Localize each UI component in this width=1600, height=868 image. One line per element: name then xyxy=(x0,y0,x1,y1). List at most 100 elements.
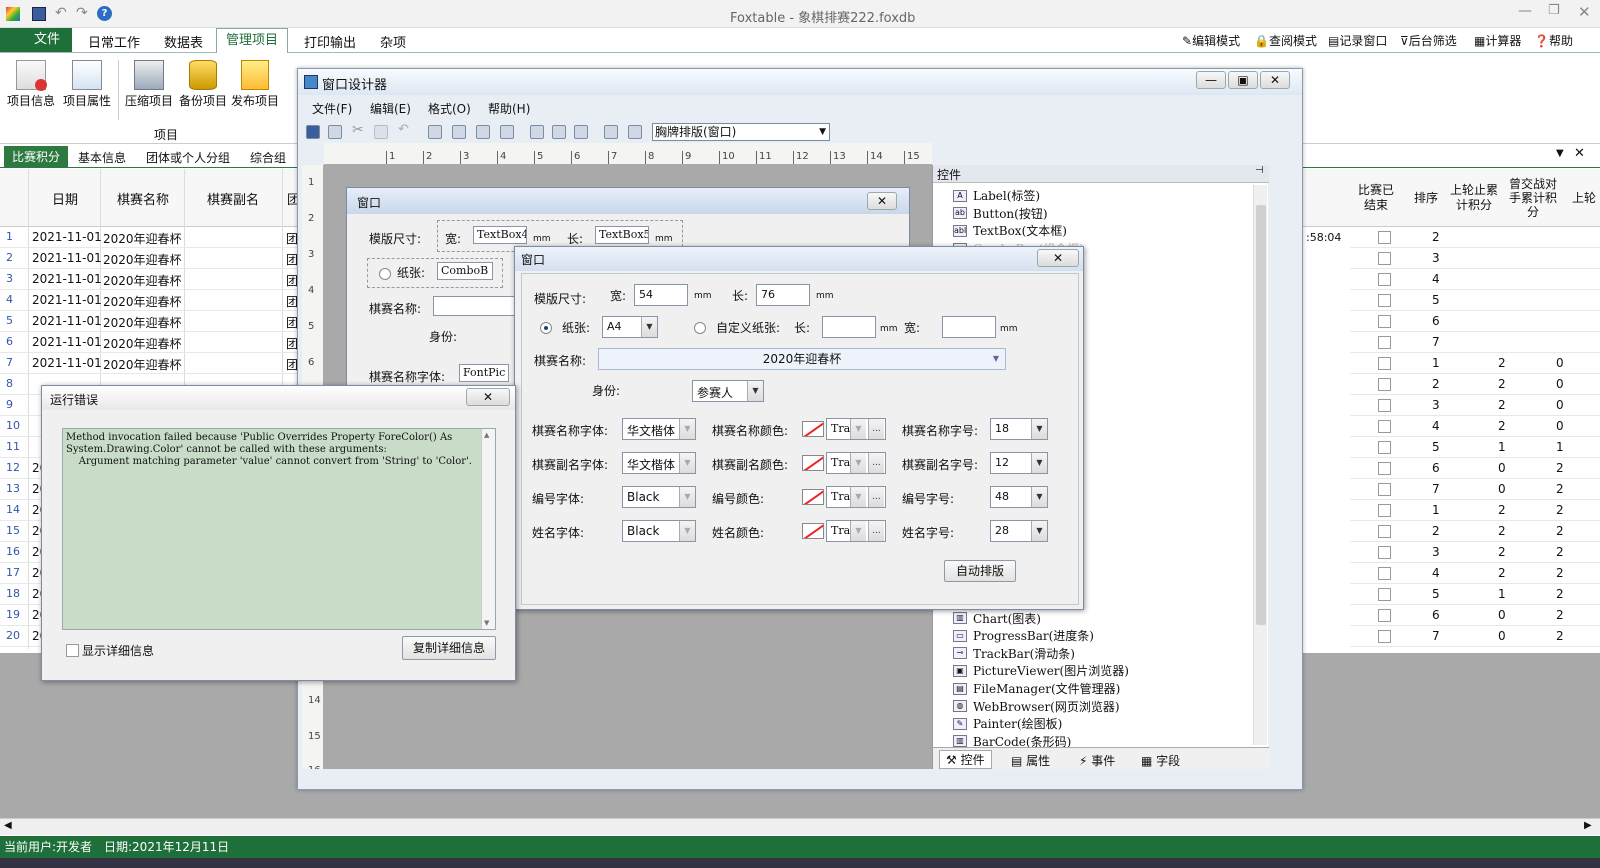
table-row-right[interactable]: 4 2 2 xyxy=(1350,563,1600,584)
table-row[interactable]: 5 2021-11-01 2020年迎春杯团 xyxy=(0,311,300,332)
tab-basic-info[interactable]: 基本信息 xyxy=(78,149,126,166)
custom-width-input[interactable] xyxy=(942,316,996,338)
show-details-checkbox[interactable] xyxy=(66,644,79,657)
table-cell[interactable]: 1 xyxy=(1498,440,1506,454)
table-row[interactable]: 6 2021-11-01 2020年迎春杯团 xyxy=(0,332,300,353)
table-cell[interactable]: 2 xyxy=(1556,524,1564,538)
help-icon[interactable]: ? xyxy=(97,6,112,21)
tb-align-bottom-icon[interactable] xyxy=(500,125,514,139)
table-cell[interactable]: 2 xyxy=(1498,377,1506,391)
finished-checkbox[interactable] xyxy=(1378,462,1391,475)
tb-same-width-icon[interactable] xyxy=(530,125,544,139)
table-cell[interactable]: 2021-11-01 xyxy=(32,272,102,286)
table-cell[interactable]: 2020年迎春杯 xyxy=(103,335,182,352)
color-combo-arrow[interactable]: ▼ xyxy=(850,521,866,541)
calculator-button[interactable]: ▦计算器 xyxy=(1474,32,1521,49)
view-mode-button[interactable]: 🔒查阅模式 xyxy=(1254,32,1317,49)
font-combo-arrow[interactable]: ▼ xyxy=(679,453,695,473)
finished-checkbox[interactable] xyxy=(1378,252,1391,265)
bg-paper-combo[interactable]: ComboB xyxy=(437,262,493,280)
finished-checkbox[interactable] xyxy=(1378,546,1391,559)
table-row-right[interactable]: 2 2 0 xyxy=(1350,374,1600,395)
panel-tab-events[interactable]: ⚡ 事件 xyxy=(1079,752,1115,769)
tabs-dropdown-icon[interactable]: ▼ xyxy=(1556,148,1564,159)
height-input[interactable]: 76 xyxy=(756,284,810,306)
table-cell[interactable]: 2020年迎春杯 xyxy=(103,272,182,289)
designer-close-button[interactable]: ✕ xyxy=(1260,71,1290,89)
finished-checkbox[interactable] xyxy=(1378,336,1391,349)
project-props-button[interactable]: 项目属性 xyxy=(60,60,114,109)
table-cell[interactable]: 2 xyxy=(1556,587,1564,601)
color-combo-arrow[interactable]: ▼ xyxy=(850,453,866,473)
table-row-right[interactable]: 6 0 2 xyxy=(1350,458,1600,479)
finished-checkbox[interactable] xyxy=(1378,609,1391,622)
color-more-button[interactable]: ... xyxy=(868,487,884,507)
table-cell[interactable]: 4 xyxy=(1432,566,1440,580)
table-cell[interactable]: 0 xyxy=(1556,398,1564,412)
font-combo-arrow[interactable]: ▼ xyxy=(679,487,695,507)
table-cell[interactable]: 3 xyxy=(1432,545,1440,559)
col-header-opp-score[interactable]: 曾交战对手累计积分 xyxy=(1508,177,1558,219)
table-row-right[interactable]: 3 2 2 xyxy=(1350,542,1600,563)
designer-menu-file[interactable]: 文件(F) xyxy=(312,100,352,117)
panel-tab-controls[interactable]: ⚒ 控件 xyxy=(939,750,992,769)
table-cell[interactable]: 0 xyxy=(1556,356,1564,370)
finished-checkbox[interactable] xyxy=(1378,630,1391,643)
tabs-close-icon[interactable]: ✕ xyxy=(1574,146,1585,161)
control-item[interactable]: ⊸ TrackBar(滑动条) xyxy=(953,645,1075,663)
color-more-button[interactable]: ... xyxy=(868,419,884,439)
table-cell[interactable]: 7 xyxy=(1432,335,1440,349)
table-row[interactable]: 4 2021-11-01 2020年迎春杯团 xyxy=(0,290,300,311)
tab-print-output[interactable]: 打印输出 xyxy=(304,32,356,51)
col-header-name[interactable]: 棋赛名称 xyxy=(117,189,169,208)
tab-data-table[interactable]: 数据表 xyxy=(164,32,203,51)
table-cell[interactable]: 2 xyxy=(1498,398,1506,412)
table-row-right[interactable]: 7 xyxy=(1350,332,1600,353)
table-row[interactable]: 1 2021-11-01 2020年迎春杯团 xyxy=(0,227,300,248)
color-more-button[interactable]: ... xyxy=(868,453,884,473)
table-row-right[interactable]: 5 xyxy=(1350,290,1600,311)
tb-hspace-icon[interactable] xyxy=(628,125,642,139)
table-row-right[interactable]: 1 2 0 xyxy=(1350,353,1600,374)
finished-checkbox[interactable] xyxy=(1378,273,1391,286)
table-row-right[interactable]: 2 2 2 xyxy=(1350,521,1600,542)
tb-cut-icon[interactable]: ✂ xyxy=(352,122,364,138)
control-item[interactable]: abl TextBox(文本框) xyxy=(953,222,1067,240)
table-row-right[interactable]: 4 xyxy=(1350,269,1600,290)
table-cell[interactable]: 0 xyxy=(1556,377,1564,391)
tab-manage-project[interactable]: 管理项目 xyxy=(216,28,288,53)
table-cell[interactable]: 5 xyxy=(1432,587,1440,601)
table-cell[interactable]: 3 xyxy=(1432,251,1440,265)
width-input[interactable]: 54 xyxy=(634,284,688,306)
table-cell[interactable]: 4 xyxy=(1432,272,1440,286)
bg-textbox4[interactable]: TextBox4 xyxy=(473,226,527,244)
undo-icon[interactable]: ↶ xyxy=(55,5,67,21)
tb-copy-icon[interactable] xyxy=(374,125,388,139)
auto-layout-button[interactable]: 自动排版 xyxy=(944,560,1016,582)
table-row-right[interactable]: 6 xyxy=(1350,311,1600,332)
table-cell[interactable]: 0 xyxy=(1498,629,1506,643)
table-cell[interactable]: 2 xyxy=(1432,524,1440,538)
table-cell[interactable]: 2020年迎春杯 xyxy=(103,314,182,331)
panel-tab-properties[interactable]: ▤ 属性 xyxy=(1011,752,1050,769)
finished-checkbox[interactable] xyxy=(1378,567,1391,580)
filter-button[interactable]: ⊽后台筛选 xyxy=(1400,32,1457,49)
table-cell[interactable]: 2021-11-01 xyxy=(32,314,102,328)
color-more-button[interactable]: ... xyxy=(868,521,884,541)
table-cell[interactable]: 2 xyxy=(1498,356,1506,370)
table-row-right[interactable]: 3 xyxy=(1350,248,1600,269)
custom-paper-radio[interactable] xyxy=(694,322,706,334)
tab-misc[interactable]: 杂项 xyxy=(380,32,406,51)
record-window-button[interactable]: ▤记录窗口 xyxy=(1328,32,1387,49)
minimize-button[interactable]: — xyxy=(1518,3,1532,19)
control-item[interactable]: ▭ ProgressBar(进度条) xyxy=(953,627,1094,645)
compress-project-button[interactable]: 压缩项目 xyxy=(122,60,176,109)
size-combo-arrow[interactable]: ▼ xyxy=(1031,419,1047,439)
font-combo-arrow[interactable]: ▼ xyxy=(679,419,695,439)
table-row-right[interactable]: 6 0 2 xyxy=(1350,605,1600,626)
size-combo-arrow[interactable]: ▼ xyxy=(1031,521,1047,541)
form-selector-combo[interactable]: 胸牌排版(窗口) ▼ xyxy=(652,123,830,141)
designer-menu-edit[interactable]: 编辑(E) xyxy=(370,100,411,117)
role-combo-arrow[interactable]: ▼ xyxy=(747,381,763,401)
table-cell[interactable]: 2 xyxy=(1556,629,1564,643)
